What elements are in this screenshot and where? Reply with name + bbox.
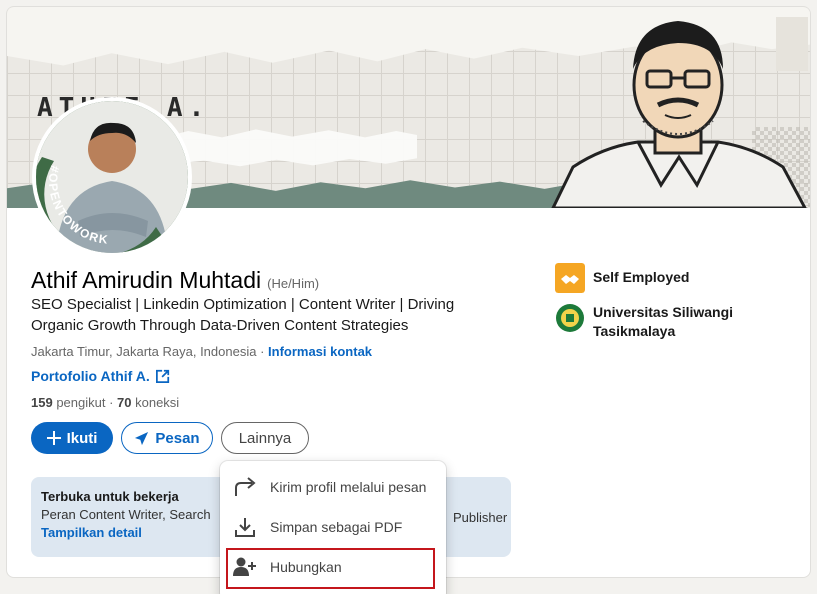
download-icon xyxy=(235,518,255,537)
follow-button-label: Ikuti xyxy=(66,429,98,447)
profile-name: Athif Amirudin Muhtadi xyxy=(31,267,262,293)
connect-highlight-box xyxy=(226,548,435,589)
share-arrow-icon xyxy=(235,477,256,496)
profile-pronouns: (He/Him) xyxy=(267,276,320,291)
banner-paper-scrap xyxy=(157,129,417,167)
education-school-name: Universitas Siliwangi Tasikmalaya xyxy=(593,304,734,339)
save-pdf-item[interactable]: Simpan sebagai PDF xyxy=(220,507,446,547)
send-profile-label: Kirim profil melalui pesan xyxy=(270,479,427,495)
follow-button[interactable]: Ikuti xyxy=(31,422,113,454)
profile-location: Jakarta Timur, Jakarta Raya, Indonesia xyxy=(31,344,257,359)
current-company[interactable]: Self Employed xyxy=(555,263,689,293)
connections-count: 70 xyxy=(117,395,132,410)
open-to-work-roles-text: Peran Content Writer, Search xyxy=(41,507,211,522)
self-employed-logo-icon xyxy=(555,263,585,293)
university-logo-icon xyxy=(556,304,584,332)
send-icon xyxy=(135,431,149,445)
plus-icon xyxy=(46,431,61,445)
opentowork-frame: #OPENTOWORK xyxy=(36,157,164,253)
more-button-label: Lainnya xyxy=(238,429,292,447)
save-pdf-label: Simpan sebagai PDF xyxy=(270,519,403,535)
open-to-work-roles-tail: Publisher xyxy=(453,510,508,525)
followers-label: pengikut xyxy=(52,395,106,410)
connections-label: koneksi xyxy=(131,395,180,410)
education-school[interactable]: Universitas Siliwangi Tasikmalaya xyxy=(555,303,755,341)
profile-location-row: Jakarta Timur, Jakarta Raya, Indonesia ·… xyxy=(31,344,372,359)
banner-portrait-illustration xyxy=(551,21,807,208)
external-link-icon xyxy=(155,369,169,383)
more-button[interactable]: Lainnya xyxy=(221,422,309,454)
portfolio-link-label: Portofolio Athif A. xyxy=(31,368,150,384)
portfolio-link[interactable]: Portofolio Athif A. xyxy=(31,368,170,384)
profile-headline: SEO Specialist | Linkedin Optimization |… xyxy=(31,296,455,334)
location-separator: · xyxy=(256,344,269,359)
message-button-label: Pesan xyxy=(155,429,200,447)
current-company-name: Self Employed xyxy=(593,269,690,285)
profile-avatar[interactable]: #OPENTOWORK xyxy=(32,97,192,257)
message-button[interactable]: Pesan xyxy=(121,422,213,454)
network-stats: 159 pengikut · 70 koneksi xyxy=(31,395,179,410)
contact-info-link[interactable]: Informasi kontak xyxy=(268,344,372,359)
followers-count: 159 xyxy=(31,395,53,410)
send-profile-item[interactable]: Kirim profil melalui pesan xyxy=(220,467,446,507)
stats-separator: · xyxy=(105,395,118,410)
